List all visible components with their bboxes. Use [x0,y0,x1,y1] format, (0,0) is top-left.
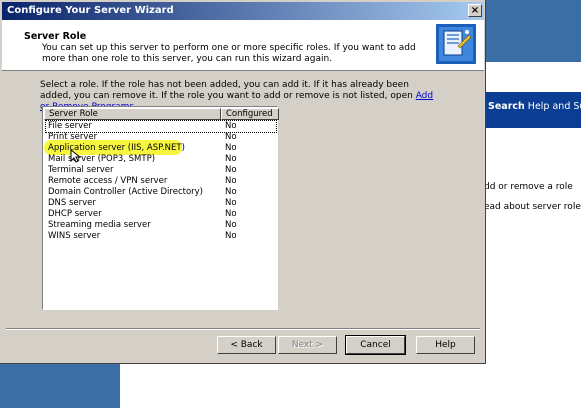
role-row-remote-access[interactable]: Remote access / VPN server No [46,176,276,187]
column-header-server-role[interactable]: Server Role [44,108,221,120]
configure-server-wizard-dialog: Configure Your Server Wizard × Server Ro… [0,0,486,364]
search-label: Search [488,101,525,112]
page-description: You can set up this server to perform on… [42,43,416,64]
role-name: Domain Controller (Active Directory) [48,187,204,197]
cancel-button[interactable]: Cancel [345,335,406,355]
next-button[interactable]: Next > [278,336,337,354]
role-configured: No [225,121,237,131]
role-name: DNS server [48,198,96,208]
role-name: Terminal server [48,165,114,175]
role-row-dns-server[interactable]: DNS server No [46,198,276,209]
role-name: Mail server (POP3, SMTP) [48,154,156,164]
help-button[interactable]: Help [416,336,475,354]
button-separator [6,328,480,330]
role-name: DHCP server [48,209,102,219]
page-title: Server Role [24,31,87,42]
role-configured: No [225,176,237,186]
search-rest-label: Help and Supp [527,101,581,112]
role-configured: No [225,132,237,142]
role-row-wins-server[interactable]: WINS server No [46,231,276,242]
role-name: Remote access / VPN server [48,176,168,186]
back-button[interactable]: < Back [217,336,276,354]
role-configured: No [225,209,237,219]
role-configured: No [225,198,237,208]
close-button[interactable]: × [468,4,482,17]
role-name: Application server (IIS, ASP.NET) [48,143,185,153]
role-configured: No [225,231,237,241]
search-help-link[interactable]: Search Help and Supp [488,101,581,112]
server-role-list[interactable]: Server Role Configured File server No Pr… [42,106,279,310]
role-configured: No [225,187,237,197]
role-configured: No [225,154,237,164]
role-row-dhcp-server[interactable]: DHCP server No [46,209,276,220]
list-header: Server Role Configured [44,108,279,120]
role-row-application-server[interactable]: Application server (IIS, ASP.NET) No [44,140,276,155]
column-header-configured[interactable]: Configured [221,108,279,120]
role-configured: No [225,165,237,175]
role-row-streaming-media-server[interactable]: Streaming media server No [46,220,276,231]
title-bar[interactable]: Configure Your Server Wizard × [2,2,484,20]
window-title: Configure Your Server Wizard [7,5,174,16]
role-configured: No [225,143,237,153]
role-row-domain-controller[interactable]: Domain Controller (Active Directory) No [46,187,276,198]
read-about-roles-link[interactable]: ead about server roles [484,202,581,212]
role-name: Streaming media server [48,220,151,230]
server-wizard-icon [436,24,476,64]
close-icon: × [470,5,480,16]
add-remove-role-link[interactable]: dd or remove a role [484,182,573,192]
role-row-terminal-server[interactable]: Terminal server No [46,165,276,176]
role-configured: No [225,220,237,230]
role-row-file-server[interactable]: File server No [45,120,277,133]
role-name: File server [48,121,92,131]
wizard-header: Server Role You can set up this server t… [2,20,484,71]
role-name: WINS server [48,231,101,241]
instructions-pre: Select a role. If the role has not been … [40,80,416,101]
